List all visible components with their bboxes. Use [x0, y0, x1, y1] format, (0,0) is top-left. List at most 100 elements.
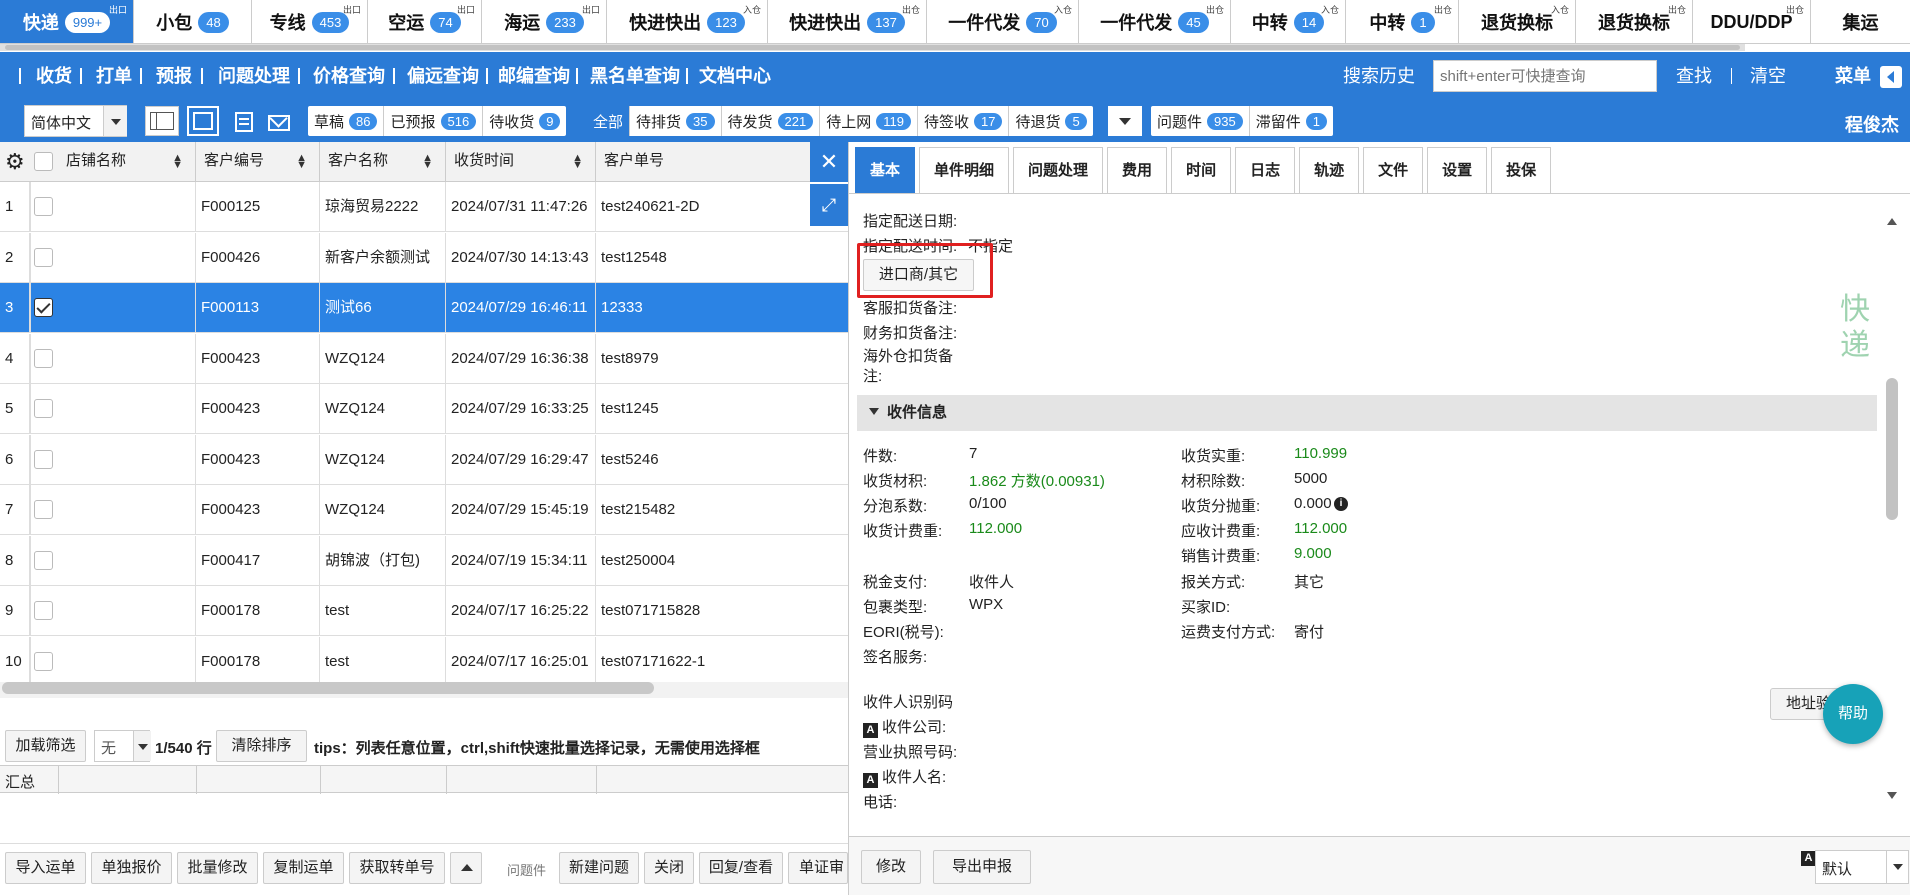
row-checkbox[interactable]	[34, 247, 53, 267]
detail-tab[interactable]: 费用	[1107, 147, 1168, 193]
table-row[interactable]: 3 F000113 测试66 2024/07/29 16:46:11 12333	[0, 283, 848, 333]
status-filter-chip[interactable]: 全部	[587, 106, 631, 136]
table-row[interactable]: 4 F000423 WZQ124 2024/07/29 16:36:38 test897…	[0, 333, 848, 384]
table-row[interactable]: 6 F000423 WZQ124 2024/07/29 16:29:47 test524…	[0, 434, 848, 485]
row-checkbox[interactable]	[34, 197, 53, 216]
status-filter-chip[interactable]: 已预报 516	[384, 106, 484, 136]
row-checkbox[interactable]	[34, 550, 53, 570]
nav-item-docs[interactable]: 文档中心	[699, 52, 771, 100]
col-header-customer-code[interactable]: 客户编号 ▲ ▼	[196, 142, 320, 182]
find-button[interactable]: 查找	[1676, 52, 1712, 100]
status-more-button[interactable]	[1108, 106, 1142, 136]
product-tab[interactable]: 小包 48	[134, 0, 252, 43]
clear-button[interactable]: 清空	[1750, 52, 1786, 100]
status-filter-chip[interactable]: 待上网 119	[820, 106, 918, 136]
layout-single-icon[interactable]	[187, 106, 219, 136]
table-row[interactable]: 7 F000423 WZQ124 2024/07/29 15:45:19 test215…	[0, 485, 848, 535]
product-tab[interactable]: 退货换标 入仓	[1459, 0, 1576, 43]
nav-item-issues[interactable]: 问题处理	[218, 52, 290, 100]
nav-item-price-query[interactable]: 价格查询	[313, 52, 385, 100]
detail-scrollbar-thumb[interactable]	[1886, 378, 1898, 520]
status-filter-chip[interactable]: 问题件 935	[1151, 106, 1250, 136]
translate-icon[interactable]: A	[863, 773, 878, 788]
close-issue-button[interactable]: 关闭	[644, 852, 694, 884]
product-tab[interactable]: 集运	[1811, 0, 1910, 43]
menu-toggle-icon[interactable]	[1880, 66, 1902, 88]
load-filter-button[interactable]: 加载筛选	[5, 730, 86, 762]
detail-tab[interactable]: 问题处理	[1013, 147, 1104, 193]
table-row[interactable]: 10 F000178 test 2024/07/17 16:25:01 test0717…	[0, 636, 848, 682]
product-tab[interactable]: 快递 999+ 出口	[0, 0, 134, 43]
table-row[interactable]: 1 F000125 琼海贸易2222 2024/07/31 11:47:26 test2…	[0, 182, 848, 232]
single-quote-button[interactable]: 单独报价	[91, 852, 172, 884]
template-select[interactable]: 默认	[1815, 850, 1909, 884]
get-transfer-number-button[interactable]: 获取转单号	[349, 852, 445, 884]
reply-view-button[interactable]: 回复/查看	[699, 852, 783, 884]
status-filter-chip[interactable]: 滞留件 1	[1250, 106, 1333, 136]
product-tab[interactable]: 海运 233 出口	[482, 0, 607, 43]
translate-icon[interactable]: A	[1801, 851, 1816, 866]
col-header-customer-name[interactable]: 客户名称 ▲ ▼	[320, 142, 446, 182]
table-row[interactable]: 9 F000178 test 2024/07/17 16:25:22 test07171…	[0, 586, 848, 636]
tab-scrollbar-thumb[interactable]	[5, 45, 1740, 50]
tab-scrollbar[interactable]	[0, 44, 1745, 51]
row-checkbox[interactable]	[34, 651, 53, 671]
expand-actions-button[interactable]	[450, 852, 482, 884]
list-view-icon[interactable]	[235, 112, 253, 132]
status-filter-chip[interactable]: 待收货 9	[483, 106, 566, 136]
table-row[interactable]: 8 F000417 胡锦波（打包) 2024/07/19 15:34:11 test25…	[0, 535, 848, 586]
quick-search-input[interactable]	[1433, 60, 1657, 92]
product-tab[interactable]: 空运 74 出口	[368, 0, 482, 43]
scroll-up-icon[interactable]	[1887, 218, 1897, 225]
status-filter-chip[interactable]: 待签收 17	[918, 106, 1010, 136]
status-filter-chip[interactable]: 待退货 5	[1009, 106, 1092, 136]
importer-other-button[interactable]: 进口商/其它	[863, 259, 974, 291]
batch-edit-button[interactable]: 批量修改	[177, 852, 258, 884]
product-tab[interactable]: 快进快出 123 入仓	[607, 0, 768, 43]
scroll-down-icon[interactable]	[1887, 792, 1897, 799]
product-tab[interactable]: 一件代发 45 出仓	[1079, 0, 1231, 43]
nav-item-postcode-query[interactable]: 邮编查询	[498, 52, 570, 100]
product-tab[interactable]: 退货换标 出仓	[1576, 0, 1693, 43]
language-select[interactable]: 简体中文	[24, 105, 127, 137]
user-name[interactable]: 程俊杰	[1845, 111, 1899, 137]
nav-item-remote-query[interactable]: 偏远查询	[407, 52, 479, 100]
nav-item-forecast[interactable]: 预报	[156, 52, 192, 100]
row-checkbox[interactable]	[34, 348, 53, 368]
row-checkbox[interactable]	[34, 449, 53, 469]
detail-tab[interactable]: 文件	[1363, 147, 1424, 193]
row-checkbox[interactable]	[34, 298, 53, 317]
nav-item-blacklist-query[interactable]: 黑名单查询	[590, 52, 680, 100]
detail-tab[interactable]: 设置	[1427, 147, 1488, 193]
product-tab[interactable]: 中转 1 出仓	[1346, 0, 1459, 43]
close-icon[interactable]: ✕	[810, 142, 848, 182]
export-declaration-button[interactable]: 导出申报	[933, 850, 1031, 884]
detail-tab[interactable]: 投保	[1491, 147, 1552, 193]
product-tab[interactable]: 一件代发 70 入仓	[927, 0, 1079, 43]
expand-icon[interactable]: ⤢	[810, 184, 848, 226]
product-tab[interactable]: DDU/DDP 出仓	[1693, 0, 1811, 43]
select-all-checkbox[interactable]	[34, 152, 53, 171]
table-row[interactable]: 5 F000423 WZQ124 2024/07/29 16:33:25 test124…	[0, 384, 848, 434]
detail-tab[interactable]: 单件明细	[919, 147, 1010, 193]
detail-tab[interactable]: 日志	[1235, 147, 1296, 193]
row-checkbox[interactable]	[34, 601, 53, 620]
menu-button[interactable]: 菜单	[1835, 52, 1871, 100]
col-header-customer-order[interactable]: 客户单号	[596, 142, 810, 182]
translate-icon[interactable]: A	[863, 723, 878, 738]
detail-tab[interactable]: 基本	[855, 147, 916, 193]
import-waybill-button[interactable]: 导入运单	[5, 852, 86, 884]
grid-horizontal-scrollbar[interactable]	[2, 682, 654, 694]
product-tab[interactable]: 快进快出 137 出仓	[768, 0, 927, 43]
help-button[interactable]: 帮助	[1823, 684, 1883, 744]
detail-tab[interactable]: 轨迹	[1299, 147, 1360, 193]
mail-icon[interactable]	[268, 109, 290, 131]
col-header-shop[interactable]: 店铺名称 ▲ ▼	[58, 142, 196, 182]
document-review-button[interactable]: 单证审	[788, 852, 848, 884]
status-filter-chip[interactable]: 草稿 86	[308, 106, 385, 136]
nav-item-print[interactable]: 打单	[96, 52, 132, 100]
table-row[interactable]: 2 F000426 新客户余额测试 2024/07/30 14:13:43 test12…	[0, 232, 848, 283]
search-history-link[interactable]: 搜索历史	[1343, 52, 1415, 100]
filter-preset-select[interactable]: 无	[94, 730, 151, 762]
clear-sort-button[interactable]: 清除排序	[216, 730, 307, 762]
